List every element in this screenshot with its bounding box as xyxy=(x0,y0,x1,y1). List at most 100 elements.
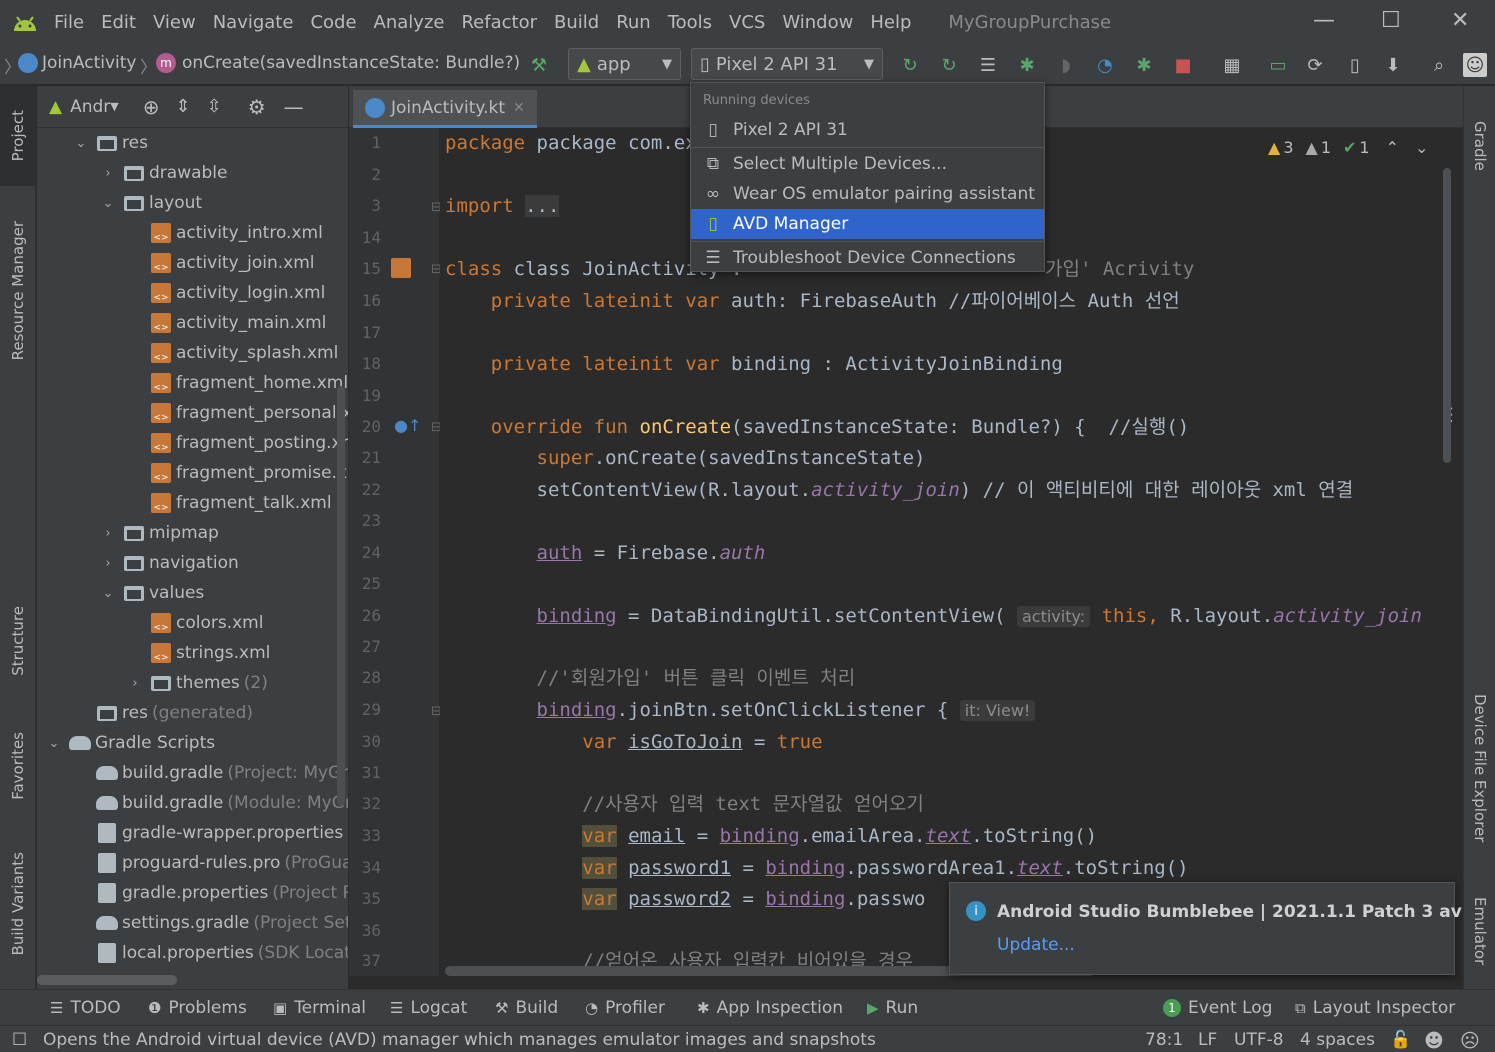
attach-debugger-icon[interactable]: ✱ xyxy=(1132,53,1156,77)
tree-item[interactable]: ⌄ res xyxy=(72,128,148,158)
menu-code[interactable]: Code xyxy=(310,12,356,33)
tree-item[interactable]: <> colors.xml xyxy=(126,608,263,638)
feedback-happy-icon[interactable]: ☻ xyxy=(1424,1030,1444,1052)
tree-item[interactable]: › mipmap xyxy=(99,518,218,548)
chevron-down-icon[interactable]: ⌄ xyxy=(72,136,90,151)
tree-item[interactable]: ⌄ Gradle Scripts xyxy=(45,728,216,758)
tree-item[interactable]: <> activity_main.xml xyxy=(126,308,326,338)
tree-item[interactable]: build.gradle(Module: MyGroupPurchase.app… xyxy=(72,788,348,818)
menu-view[interactable]: View xyxy=(153,12,196,33)
dropdown-item-avd-manager[interactable]: ▯ AVD Manager xyxy=(691,209,1044,239)
indent-setting[interactable]: 4 spaces xyxy=(1300,1030,1375,1050)
tree-item[interactable]: ⌄ layout xyxy=(99,188,203,218)
menu-tools[interactable]: Tools xyxy=(668,12,712,33)
chevron-right-icon[interactable]: › xyxy=(126,676,144,691)
menu-window[interactable]: Window xyxy=(782,12,853,33)
toggle-tool-windows-icon[interactable]: ☐ xyxy=(12,1030,27,1050)
sdk-manager-icon[interactable]: ⬇ xyxy=(1381,53,1405,77)
tab-app-inspection[interactable]: ✱ App Inspection xyxy=(697,998,843,1018)
tab-structure[interactable]: Structure xyxy=(0,586,36,696)
search-icon[interactable]: ⌕ xyxy=(1427,53,1451,77)
stop-icon[interactable]: ■ xyxy=(1171,53,1195,77)
menu-file[interactable]: File xyxy=(54,12,84,33)
tree-item[interactable]: proguard-rules.pro(ProGuard Rules) xyxy=(72,848,348,878)
tree-item[interactable]: gradle-wrapper.properties(Gradle Version… xyxy=(72,818,348,848)
horizontal-scrollbar[interactable] xyxy=(37,975,177,985)
tab-build[interactable]: ⚒ Build xyxy=(495,998,558,1018)
tree-item[interactable]: gradle.properties(Project Properties) xyxy=(72,878,348,908)
tab-gradle[interactable]: Gradle xyxy=(1464,96,1495,196)
menu-navigate[interactable]: Navigate xyxy=(213,12,294,33)
device-manager-icon[interactable]: ▯ xyxy=(1343,53,1367,77)
menu-run[interactable]: Run xyxy=(616,12,651,33)
tab-event-log[interactable]: 1 Event Log xyxy=(1163,998,1272,1018)
menu-build[interactable]: Build xyxy=(554,12,599,33)
chevron-right-icon[interactable]: › xyxy=(99,556,117,571)
tree-item[interactable]: local.properties(SDK Location) xyxy=(72,938,348,968)
menu-analyze[interactable]: Analyze xyxy=(374,12,445,33)
tab-terminal[interactable]: ▣ Terminal xyxy=(273,998,366,1018)
maximize-icon[interactable]: ☐ xyxy=(1381,8,1401,33)
locate-file-icon[interactable]: ⊕ xyxy=(143,95,160,119)
chevron-down-icon[interactable]: ▼ xyxy=(110,100,118,113)
dropdown-item-pixel2[interactable]: ▯ Pixel 2 API 31 xyxy=(691,115,1044,145)
dropdown-item-troubleshoot[interactable]: ☰ Troubleshoot Device Connections xyxy=(691,243,1044,273)
tab-device-file-explorer[interactable]: Device File Explorer xyxy=(1464,676,1495,861)
menu-help[interactable]: Help xyxy=(870,12,911,33)
run-config-selector[interactable]: ▲ app ▼ xyxy=(568,48,681,80)
breadcrumb-class[interactable]: JoinActivity xyxy=(18,53,137,73)
editor-scrollbar[interactable] xyxy=(1443,168,1451,463)
tree-item[interactable]: › themes (2) xyxy=(126,668,267,698)
next-highlight-icon[interactable]: ⌄ xyxy=(1415,138,1428,157)
override-method-icon[interactable]: ●↑ xyxy=(394,416,421,435)
dropdown-item-select-multiple[interactable]: ⧉ Select Multiple Devices... xyxy=(691,149,1044,179)
menu-vcs[interactable]: VCS xyxy=(729,12,765,33)
apply-code-changes-icon[interactable]: ↻ xyxy=(937,53,961,77)
tab-emulator[interactable]: Emulator xyxy=(1464,881,1495,981)
debug-bug-icon[interactable]: ✱ xyxy=(1015,53,1039,77)
breadcrumb-method[interactable]: m onCreate(savedInstanceState: Bundle?) xyxy=(156,53,520,73)
chevron-right-icon[interactable]: › xyxy=(99,526,117,541)
chevron-down-icon[interactable]: ⌄ xyxy=(99,586,117,601)
tree-item[interactable]: res (generated) xyxy=(72,698,253,728)
account-avatar-icon[interactable]: ☺ xyxy=(1463,53,1487,77)
tab-layout-inspector[interactable]: ⧉ Layout Inspector xyxy=(1295,998,1455,1018)
tree-item[interactable]: <> activity_splash.xml xyxy=(126,338,338,368)
tab-favorites[interactable]: Favorites xyxy=(0,711,36,821)
project-view-selector[interactable]: Andr xyxy=(70,97,110,117)
tab-project[interactable]: Project xyxy=(0,86,36,186)
menu-refactor[interactable]: Refactor xyxy=(461,12,537,33)
tab-problems[interactable]: ❶ Problems xyxy=(148,998,247,1018)
tab-logcat[interactable]: ☰ Logcat xyxy=(390,998,467,1018)
tree-item[interactable]: <> fragment_home.xml xyxy=(126,368,348,398)
tree-item[interactable]: <> activity_login.xml xyxy=(126,278,325,308)
vertical-scrollbar[interactable] xyxy=(337,386,345,806)
project-structure-icon[interactable]: ▦ xyxy=(1220,53,1244,77)
menu-edit[interactable]: Edit xyxy=(101,12,136,33)
tree-item[interactable]: <>fragment_promise.xml xyxy=(126,458,348,488)
tree-item[interactable]: › drawable xyxy=(99,158,227,188)
sync-gradle-icon[interactable]: ⟳ xyxy=(1303,53,1327,77)
tab-profiler[interactable]: ◔ Profiler xyxy=(585,998,665,1018)
sync-list-icon[interactable]: ☰ xyxy=(976,53,1000,77)
tree-item[interactable]: <> strings.xml xyxy=(126,638,270,668)
tree-item[interactable]: <> activity_intro.xml xyxy=(126,218,323,248)
apply-changes-restart-icon[interactable]: ↻ xyxy=(898,53,922,77)
previous-highlight-icon[interactable]: ⌃ xyxy=(1386,138,1399,157)
chevron-down-icon[interactable]: ⌄ xyxy=(45,736,63,751)
collapse-all-icon[interactable]: ⇳ xyxy=(207,96,222,117)
make-project-hammer-icon[interactable]: ⚒ xyxy=(527,53,551,77)
tab-build-variants[interactable]: Build Variants xyxy=(0,836,36,971)
lock-icon[interactable]: 🔓 xyxy=(1390,1030,1411,1050)
gear-icon[interactable]: ⚙ xyxy=(248,95,266,119)
tab-todo[interactable]: ☰ TODO xyxy=(50,998,121,1018)
editor-tab-joinactivity[interactable]: JoinActivity.kt ✕ xyxy=(353,90,537,128)
layout-xml-gutter-icon[interactable] xyxy=(391,258,411,278)
minimize-icon[interactable]: — xyxy=(1313,8,1335,33)
feedback-sad-icon[interactable]: ☹ xyxy=(1460,1030,1480,1052)
device-selector[interactable]: ▯ Pixel 2 API 31 ▼ xyxy=(691,48,883,80)
tree-item[interactable]: › navigation xyxy=(99,548,238,578)
file-encoding[interactable]: UTF-8 xyxy=(1234,1030,1284,1050)
profile-icon[interactable]: ◔ xyxy=(1093,53,1117,77)
close-tab-icon[interactable]: ✕ xyxy=(513,100,525,116)
